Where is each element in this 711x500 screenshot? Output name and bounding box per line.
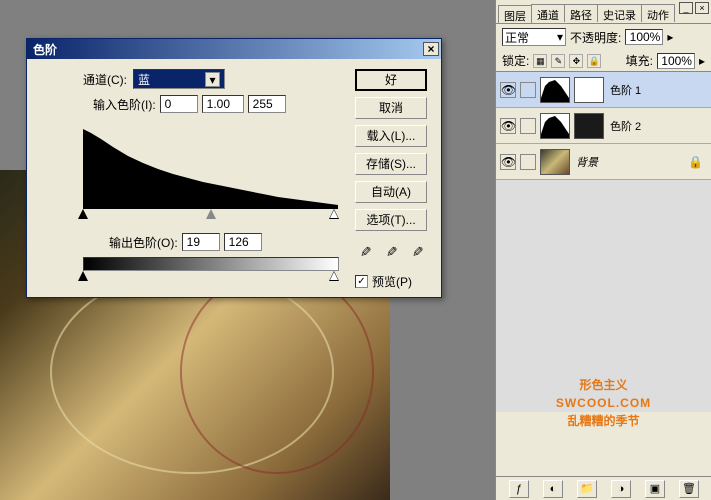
lock-move-icon[interactable]: ✥ [569, 54, 583, 68]
layers-panel: _ × 图层 通道 路径 史记录 动作 正常▾ 不透明度: ▸ 锁定: ▦ ✎ … [495, 0, 711, 500]
save-button[interactable]: 存储(S)... [355, 153, 427, 175]
new-layer-icon[interactable]: ▣ [645, 480, 665, 498]
chevron-right-icon[interactable]: ▸ [667, 30, 673, 44]
lock-all-icon[interactable]: 🔒 [587, 54, 601, 68]
fill-field[interactable] [657, 53, 695, 69]
layer-name[interactable]: 色阶 2 [610, 118, 641, 134]
link-box[interactable] [520, 82, 536, 98]
close-icon[interactable]: × [423, 42, 439, 56]
chevron-down-icon: ▾ [205, 72, 220, 87]
layer-row[interactable]: 👁 色阶 1 [496, 72, 711, 108]
eyedropper-black-icon[interactable] [359, 243, 375, 261]
options-button[interactable]: 选项(T)... [355, 209, 427, 231]
channel-label: 通道(C): [83, 71, 127, 88]
adjustment-icon[interactable]: ◑ [611, 480, 631, 498]
eyedropper-white-icon[interactable] [411, 243, 427, 261]
opacity-field[interactable] [625, 29, 663, 45]
watermark: 形色主义 SWCOOL.COM 乱糟糟的季节 [496, 376, 711, 430]
output-white-slider[interactable] [329, 271, 339, 281]
layer-row[interactable]: 👁 背景 🔒 [496, 144, 711, 180]
tab-paths[interactable]: 路径 [564, 4, 598, 22]
channel-value: 蓝 [138, 71, 150, 88]
output-slider[interactable] [83, 271, 339, 283]
layer-row[interactable]: 👁 色阶 2 [496, 108, 711, 144]
eyedropper-gray-icon[interactable] [385, 243, 401, 261]
input-slider[interactable] [83, 209, 339, 221]
output-black-field[interactable] [182, 233, 220, 251]
lock-label: 锁定: [502, 52, 529, 69]
lock-transparency-icon[interactable]: ▦ [533, 54, 547, 68]
fx-icon[interactable]: ƒ [509, 480, 529, 498]
layer-thumb-adjustment [540, 113, 570, 139]
input-mid-field[interactable] [202, 95, 244, 113]
chevron-right-icon[interactable]: ▸ [699, 54, 705, 68]
histogram-chart [83, 119, 339, 209]
input-white-field[interactable] [248, 95, 286, 113]
cancel-button[interactable]: 取消 [355, 97, 427, 119]
visibility-eye-icon[interactable]: 👁 [500, 118, 516, 134]
panel-footer: ƒ ◐ 📁 ◑ ▣ 🗑 [496, 476, 711, 500]
auto-button[interactable]: 自动(A) [355, 181, 427, 203]
levels-dialog: 色阶 × 通道(C): 蓝 ▾ 输入色阶(I): 输出色阶 [26, 38, 442, 298]
output-white-field[interactable] [224, 233, 262, 251]
lock-paint-icon[interactable]: ✎ [551, 54, 565, 68]
layer-name[interactable]: 背景 [576, 154, 598, 170]
layer-thumb-adjustment [540, 77, 570, 103]
opacity-label: 不透明度: [570, 29, 621, 46]
chevron-down-icon: ▾ [557, 30, 563, 44]
input-white-slider[interactable] [329, 209, 339, 219]
tab-history[interactable]: 史记录 [597, 4, 642, 22]
dialog-titlebar[interactable]: 色阶 × [27, 39, 441, 59]
folder-icon[interactable]: 📁 [577, 480, 597, 498]
tab-channels[interactable]: 通道 [531, 4, 565, 22]
output-gradient [83, 257, 339, 271]
minimize-icon[interactable]: _ [679, 2, 693, 14]
preview-label: 预览(P) [372, 273, 412, 290]
input-black-field[interactable] [160, 95, 198, 113]
tab-layers[interactable]: 图层 [498, 5, 532, 23]
link-box[interactable] [520, 118, 536, 134]
preview-checkbox[interactable]: ✓ [355, 275, 368, 288]
trash-icon[interactable]: 🗑 [679, 480, 699, 498]
output-black-slider[interactable] [78, 271, 88, 281]
input-levels-label: 输入色阶(I): [93, 96, 156, 113]
layer-mask-thumb[interactable] [574, 113, 604, 139]
ok-button[interactable]: 好 [355, 69, 427, 91]
fill-label: 填充: [626, 52, 653, 69]
visibility-eye-icon[interactable]: 👁 [500, 154, 516, 170]
mask-icon[interactable]: ◐ [543, 480, 563, 498]
panel-close-icon[interactable]: × [695, 2, 709, 14]
layer-name[interactable]: 色阶 1 [610, 82, 641, 98]
input-black-slider[interactable] [78, 209, 88, 219]
dialog-title: 色阶 [33, 41, 423, 58]
layer-list: 👁 色阶 1 👁 色阶 2 👁 背景 🔒 [496, 72, 711, 412]
load-button[interactable]: 载入(L)... [355, 125, 427, 147]
channel-select[interactable]: 蓝 ▾ [133, 69, 225, 89]
blend-mode-select[interactable]: 正常▾ [502, 28, 566, 46]
lock-icon: 🔒 [688, 155, 703, 169]
output-levels-label: 输出色阶(O): [109, 234, 178, 251]
input-mid-slider[interactable] [206, 209, 216, 219]
layer-mask-thumb[interactable] [574, 77, 604, 103]
visibility-eye-icon[interactable]: 👁 [500, 82, 516, 98]
link-box[interactable] [520, 154, 536, 170]
tab-actions[interactable]: 动作 [641, 4, 675, 22]
layer-thumb-image [540, 149, 570, 175]
